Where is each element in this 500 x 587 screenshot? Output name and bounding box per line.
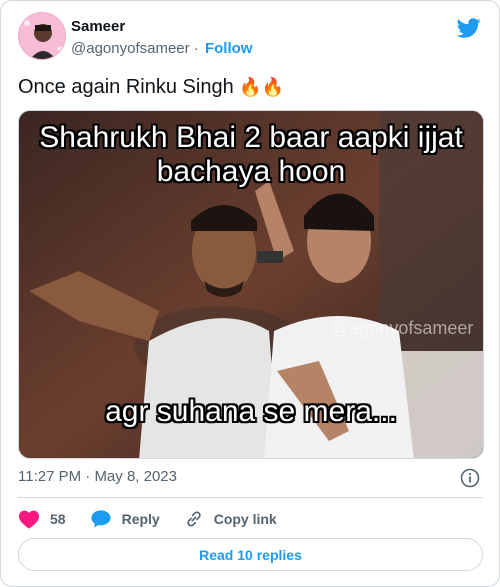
fire-emoji: 🔥🔥 (239, 77, 285, 97)
author-handle-row: @agonyofsameer · Follow (71, 40, 252, 57)
heart-icon (19, 510, 39, 529)
meme-watermark: @agonyofsameer (331, 318, 474, 338)
tweet-image[interactable]: Shahrukh Bhai 2 baar aapki ijjat bachaya… (18, 110, 484, 459)
meme-caption-top: Shahrukh Bhai 2 baar aapki ijjat bachaya… (39, 121, 463, 188)
meme-caption-bottom: agr suhana se mera... (105, 395, 397, 428)
reply-bubble-icon (91, 510, 111, 528)
info-icon[interactable] (460, 468, 480, 488)
tweet-body: Once again Rinku Singh (18, 76, 234, 98)
copy-link-button[interactable]: Copy link (184, 509, 277, 529)
handle-separator: · (193, 40, 199, 57)
timestamp-separator: · (85, 468, 91, 485)
link-icon (187, 511, 201, 527)
like-button[interactable]: 58 (18, 509, 66, 529)
divider (18, 497, 483, 498)
author-handle[interactable]: @agonyofsameer (71, 40, 190, 57)
twitter-bird-icon[interactable] (457, 16, 481, 40)
tweet-timestamp[interactable]: 11:27 PM · May 8, 2023 (18, 468, 177, 485)
tweet-date: May 8, 2023 (94, 468, 177, 485)
tweet-actions: 58 Reply Copy link (18, 507, 301, 531)
tweet-time: 11:27 PM (18, 468, 82, 485)
like-count: 58 (50, 511, 66, 527)
follow-button[interactable]: Follow (205, 40, 253, 57)
reply-button[interactable]: Reply (90, 509, 160, 529)
tweet-header: Sameer @agonyofsameer · Follow (18, 12, 483, 64)
tweet-card: Sameer @agonyofsameer · Follow Once agai… (0, 0, 500, 587)
read-replies-button[interactable]: Read 10 replies (18, 538, 483, 571)
tweet-text: Once again Rinku Singh 🔥🔥 (18, 75, 284, 99)
copy-link-label: Copy link (213, 511, 277, 527)
author-name[interactable]: Sameer (71, 18, 125, 35)
avatar[interactable] (18, 12, 66, 60)
reply-label: Reply (121, 511, 160, 527)
